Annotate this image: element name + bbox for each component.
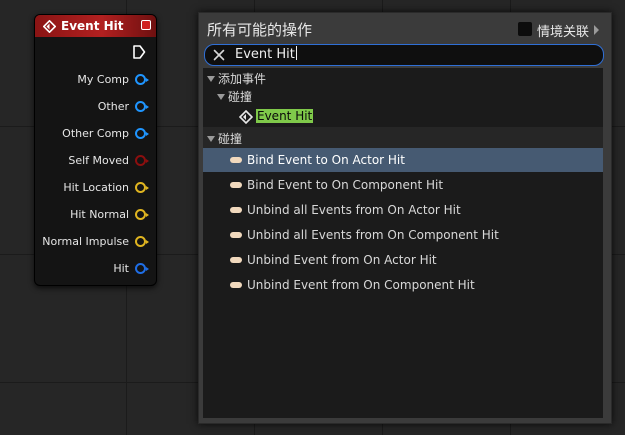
event-diamond-icon [43, 20, 56, 33]
action-item[interactable]: Bind Event to On Component Hit [203, 174, 603, 196]
menu-title: 所有可能的操作 [207, 21, 313, 39]
collapse-triangle-icon[interactable] [207, 76, 215, 82]
subcategory-collision[interactable]: 碰撞 [203, 86, 603, 108]
struct-pin-icon[interactable] [135, 262, 149, 274]
delegate-pill-icon [230, 232, 242, 238]
category-collision[interactable]: 碰撞 [203, 127, 603, 149]
category-label: 碰撞 [228, 90, 253, 104]
search-match-highlight: Event Hit [256, 109, 314, 123]
event-diamond-icon [239, 110, 253, 124]
delegate-pin-icon[interactable] [141, 20, 151, 30]
category-label: 碰撞 [218, 132, 243, 146]
node-header[interactable]: Event Hit [35, 15, 156, 37]
pin-label: Normal Impulse [42, 234, 129, 248]
pin-other-comp[interactable]: Other Comp [62, 126, 149, 140]
delegate-pill-icon [230, 207, 242, 213]
object-pin-icon[interactable] [135, 100, 149, 112]
action-label: Bind Event to On Component Hit [247, 178, 444, 192]
pin-self-moved[interactable]: Self Moved [68, 153, 149, 167]
delegate-pill-icon [230, 182, 242, 188]
text-caret [295, 46, 297, 60]
event-hit-item[interactable]: Event Hit [203, 106, 603, 128]
category-label: 添加事件 [218, 72, 267, 86]
pin-other[interactable]: Other [97, 99, 149, 113]
search-field[interactable]: Event Hit [204, 44, 604, 66]
pin-label: Hit [113, 261, 129, 275]
exec-output-pin-icon[interactable] [132, 44, 146, 60]
pin-hit[interactable]: Hit [113, 261, 149, 275]
pin-label: Other Comp [62, 126, 129, 140]
delegate-pill-icon [230, 157, 242, 163]
vector-pin-icon[interactable] [135, 181, 149, 193]
action-item[interactable]: Unbind Event from On Component Hit [203, 274, 603, 296]
action-item[interactable]: Unbind Event from On Actor Hit [203, 249, 603, 271]
action-item[interactable]: Unbind all Events from On Component Hit [203, 224, 603, 246]
pin-label: Self Moved [68, 153, 129, 167]
action-label: Unbind all Events from On Actor Hit [247, 203, 461, 217]
context-sensitive-checkbox[interactable] [518, 22, 532, 36]
pin-normal-impulse[interactable]: Normal Impulse [42, 234, 149, 248]
expand-arrow-icon[interactable] [594, 25, 599, 35]
node-title: Event Hit [61, 19, 124, 33]
vector-pin-icon[interactable] [135, 235, 149, 247]
pin-hit-location[interactable]: Hit Location [63, 180, 149, 194]
object-pin-icon[interactable] [135, 73, 149, 85]
context-sensitive-label[interactable]: 情境关联 [537, 21, 589, 40]
object-pin-icon[interactable] [135, 127, 149, 139]
pin-label: My Comp [77, 72, 129, 86]
vector-pin-icon[interactable] [135, 208, 149, 220]
bool-pin-icon[interactable] [135, 154, 149, 166]
event-item-label: Event Hit [256, 109, 314, 123]
action-label: Unbind Event from On Component Hit [247, 278, 475, 292]
action-item[interactable]: Bind Event to On Actor Hit [203, 148, 603, 172]
action-tree[interactable]: 添加事件 碰撞 Event Hit 碰撞 Bind Event to On Ac… [203, 68, 603, 418]
pin-hit-normal[interactable]: Hit Normal [70, 207, 149, 221]
action-label: Unbind Event from On Actor Hit [247, 253, 437, 267]
delegate-pill-icon [230, 282, 242, 288]
clear-search-icon[interactable] [213, 49, 225, 61]
search-input-value: Event Hit [235, 47, 295, 62]
action-label: Unbind all Events from On Component Hit [247, 228, 499, 242]
pin-label: Other [97, 99, 129, 113]
event-hit-node[interactable]: Event Hit My Comp Other Other Comp Self … [34, 14, 157, 286]
collapse-triangle-icon[interactable] [217, 94, 225, 100]
pin-label: Hit Location [63, 180, 129, 194]
delegate-pill-icon [230, 257, 242, 263]
pin-my-comp[interactable]: My Comp [77, 72, 149, 86]
action-item[interactable]: Unbind all Events from On Actor Hit [203, 199, 603, 221]
action-menu: 所有可能的操作 情境关联 Event Hit 添加事件 碰撞 Event Hit… [198, 12, 612, 424]
search-input[interactable]: Event Hit [235, 46, 297, 62]
pin-label: Hit Normal [70, 207, 129, 221]
action-label: Bind Event to On Actor Hit [247, 153, 405, 167]
collapse-triangle-icon[interactable] [207, 136, 215, 142]
